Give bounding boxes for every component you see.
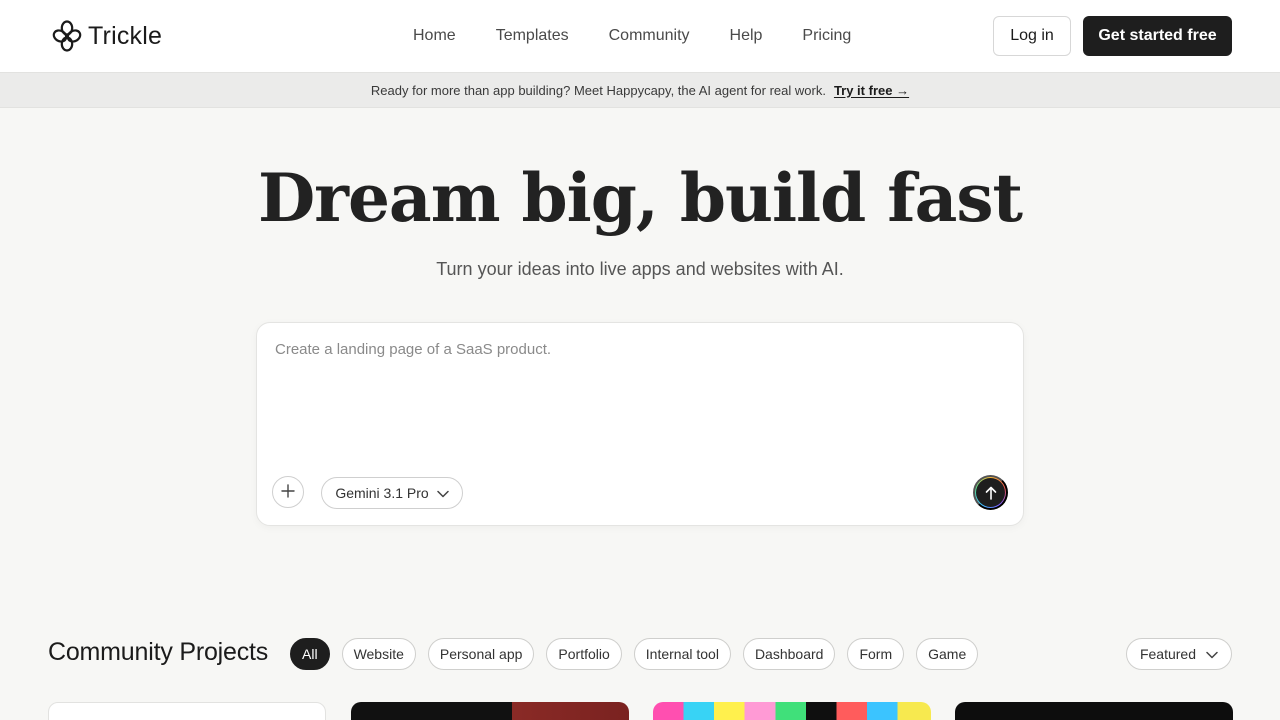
chevron-down-icon — [1206, 646, 1218, 662]
plus-icon — [281, 483, 295, 501]
nav-templates[interactable]: Templates — [476, 24, 589, 48]
brand-logo-link[interactable]: Trickle — [52, 19, 162, 53]
send-button[interactable] — [973, 475, 1008, 510]
hero-subtitle: Turn your ideas into live apps and websi… — [436, 259, 844, 279]
model-label: Gemini 3.1 Pro — [335, 485, 429, 501]
filter-chip-dashboard[interactable]: Dashboard — [742, 638, 836, 670]
community-title: Community Projects — [48, 638, 269, 666]
filter-chip-website[interactable]: Website — [341, 638, 416, 670]
project-card[interactable] — [653, 702, 931, 720]
add-attachment-button[interactable] — [272, 476, 304, 508]
top-header: Trickle Home Templates Community Help Pr… — [0, 0, 1280, 72]
nav-pricing[interactable]: Pricing — [782, 24, 871, 48]
banner-text: Ready for more than app building? Meet H… — [370, 82, 826, 98]
project-card[interactable] — [48, 702, 326, 720]
main-nav: Home Templates Community Help Pricing — [393, 24, 871, 48]
prompt-card: Gemini 3.1 Pro — [256, 322, 1024, 526]
model-select[interactable]: Gemini 3.1 Pro — [321, 477, 463, 509]
project-filter-chips: All Website Personal app Portfolio Inter… — [290, 638, 979, 670]
hero-title: Dream big, build fast — [257, 159, 1023, 237]
announcement-banner: Ready for more than app building? Meet H… — [0, 72, 1280, 108]
login-button[interactable]: Log in — [993, 16, 1071, 56]
project-card[interactable] — [955, 702, 1233, 720]
nav-help[interactable]: Help — [710, 24, 783, 48]
arrow-up-icon — [976, 478, 1005, 507]
prompt-input[interactable] — [275, 341, 1005, 461]
nav-home[interactable]: Home — [393, 24, 476, 48]
flower-logo-icon — [52, 19, 82, 53]
filter-chip-game[interactable]: Game — [916, 638, 979, 670]
filter-chip-internal-tool[interactable]: Internal tool — [633, 638, 731, 670]
project-card[interactable] — [351, 702, 629, 720]
filter-chip-all[interactable]: All — [290, 638, 330, 670]
filter-chip-form[interactable]: Form — [847, 638, 905, 670]
get-started-button[interactable]: Get started free — [1083, 16, 1232, 56]
filter-chip-portfolio[interactable]: Portfolio — [546, 638, 622, 670]
chevron-down-icon — [436, 485, 449, 501]
filter-chip-personal-app[interactable]: Personal app — [427, 638, 535, 670]
banner-try-link[interactable]: Try it free → — [834, 83, 909, 98]
brand-name: Trickle — [88, 21, 163, 50]
sort-label: Featured — [1139, 646, 1197, 662]
nav-community[interactable]: Community — [589, 24, 710, 48]
sort-select[interactable]: Featured — [1126, 638, 1232, 670]
